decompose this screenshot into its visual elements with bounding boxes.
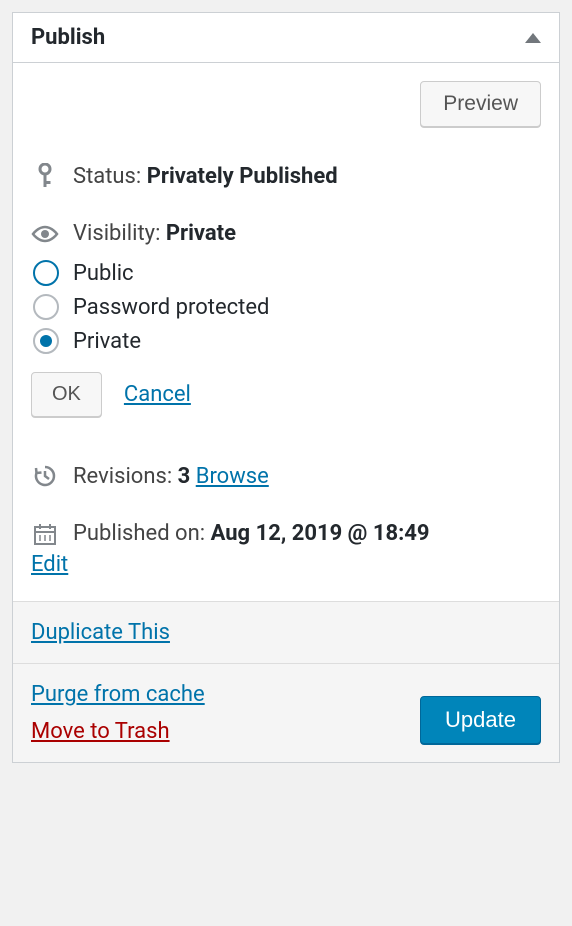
visibility-radio-group: Public Password protected Private	[33, 260, 541, 354]
published-edit-link[interactable]: Edit	[31, 552, 68, 577]
move-to-trash-link[interactable]: Move to Trash	[31, 719, 205, 744]
duplicate-link[interactable]: Duplicate This	[31, 620, 170, 645]
key-icon	[31, 163, 59, 189]
visibility-option-password-label: Password protected	[73, 295, 269, 320]
major-actions: Purge from cache Move to Trash Update	[13, 663, 559, 762]
published-section: Published on: Aug 12, 2019 @ 18:49 Edit	[13, 503, 559, 601]
visibility-label: Visibility:	[73, 221, 160, 246]
published-line: Published on: Aug 12, 2019 @ 18:49	[31, 521, 541, 546]
metabox-title: Publish	[31, 25, 105, 50]
published-label: Published on:	[73, 521, 205, 546]
status-value: Privately Published	[147, 164, 338, 189]
visibility-radio-private[interactable]: Private	[33, 328, 541, 354]
revisions-section: Revisions: 3 Browse	[13, 445, 559, 489]
visibility-actions: OK Cancel	[31, 372, 541, 417]
visibility-line: Visibility: Private	[31, 221, 541, 246]
purge-cache-link[interactable]: Purge from cache	[31, 682, 205, 707]
published-date: Aug 12, 2019 @ 18:49	[211, 521, 430, 546]
radio-dot-icon	[40, 335, 52, 347]
metabox-header[interactable]: Publish	[13, 13, 559, 63]
update-button[interactable]: Update	[420, 696, 541, 744]
calendar-icon	[31, 522, 59, 546]
revisions-browse-link[interactable]: Browse	[196, 464, 269, 489]
radio-icon	[33, 294, 59, 320]
publish-metabox: Publish Preview Status: Privately Publis…	[12, 12, 560, 763]
status-section: Status: Privately Published	[13, 145, 559, 189]
history-icon	[31, 463, 59, 489]
visibility-radio-public[interactable]: Public	[33, 260, 541, 286]
preview-row: Preview	[13, 63, 559, 145]
ok-button[interactable]: OK	[31, 372, 102, 417]
revisions-line: Revisions: 3 Browse	[31, 463, 541, 489]
duplicate-section: Duplicate This	[13, 601, 559, 663]
revisions-count: 3	[178, 464, 191, 489]
radio-icon	[33, 260, 59, 286]
revisions-label: Revisions:	[73, 464, 172, 489]
visibility-section: Visibility: Private Public Password prot…	[13, 203, 559, 417]
visibility-radio-password[interactable]: Password protected	[33, 294, 541, 320]
cancel-link[interactable]: Cancel	[124, 382, 191, 407]
status-label: Status:	[73, 164, 141, 189]
preview-button[interactable]: Preview	[420, 81, 541, 127]
collapse-icon	[525, 33, 541, 43]
status-line: Status: Privately Published	[31, 163, 541, 189]
radio-icon	[33, 328, 59, 354]
visibility-option-private-label: Private	[73, 329, 141, 354]
visibility-option-public-label: Public	[73, 261, 134, 286]
visibility-value: Private	[166, 221, 236, 246]
major-left: Purge from cache Move to Trash	[31, 682, 205, 744]
eye-icon	[31, 224, 59, 244]
